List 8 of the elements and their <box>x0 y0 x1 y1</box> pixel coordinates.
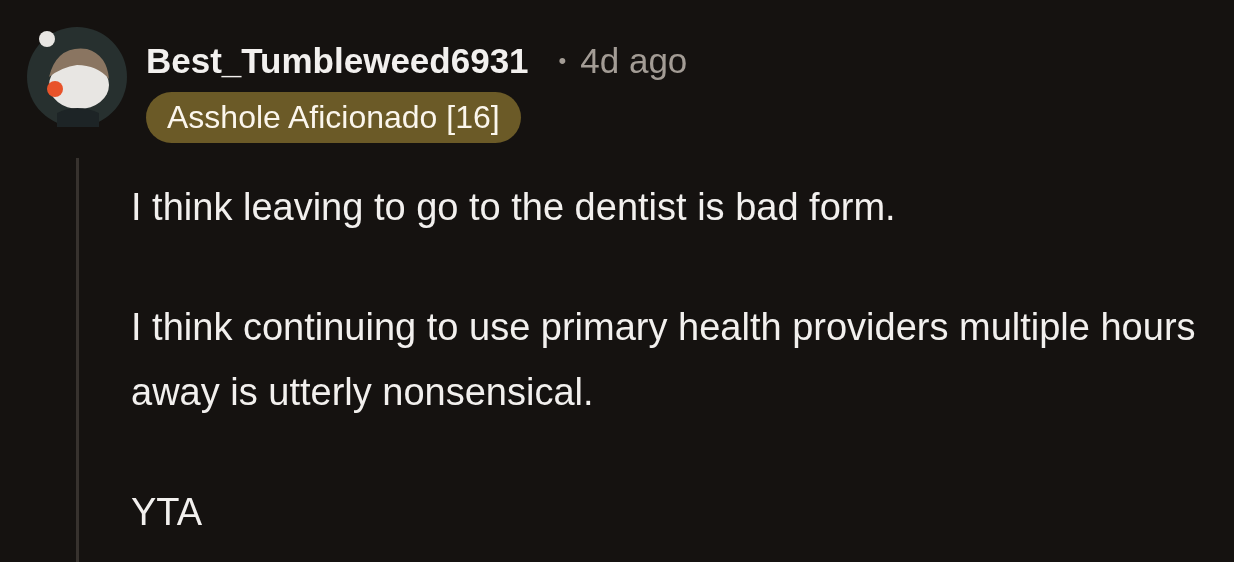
separator-dot: • <box>558 47 567 75</box>
avatar-icon[interactable] <box>27 27 127 127</box>
comment-paragraph: I think leaving to go to the dentist is bad form. <box>131 185 897 230</box>
user-flair: Asshole Aficionado [16] <box>146 92 521 143</box>
comment-paragraph: I think continuing to use primary health providers multiple hours away is utterly nonsensical. <box>131 305 1197 415</box>
comment-paragraph: YTA <box>131 490 204 535</box>
timestamp: 4d ago <box>580 41 688 81</box>
username-link[interactable]: Best_Tumbleweed6931 <box>146 41 529 81</box>
